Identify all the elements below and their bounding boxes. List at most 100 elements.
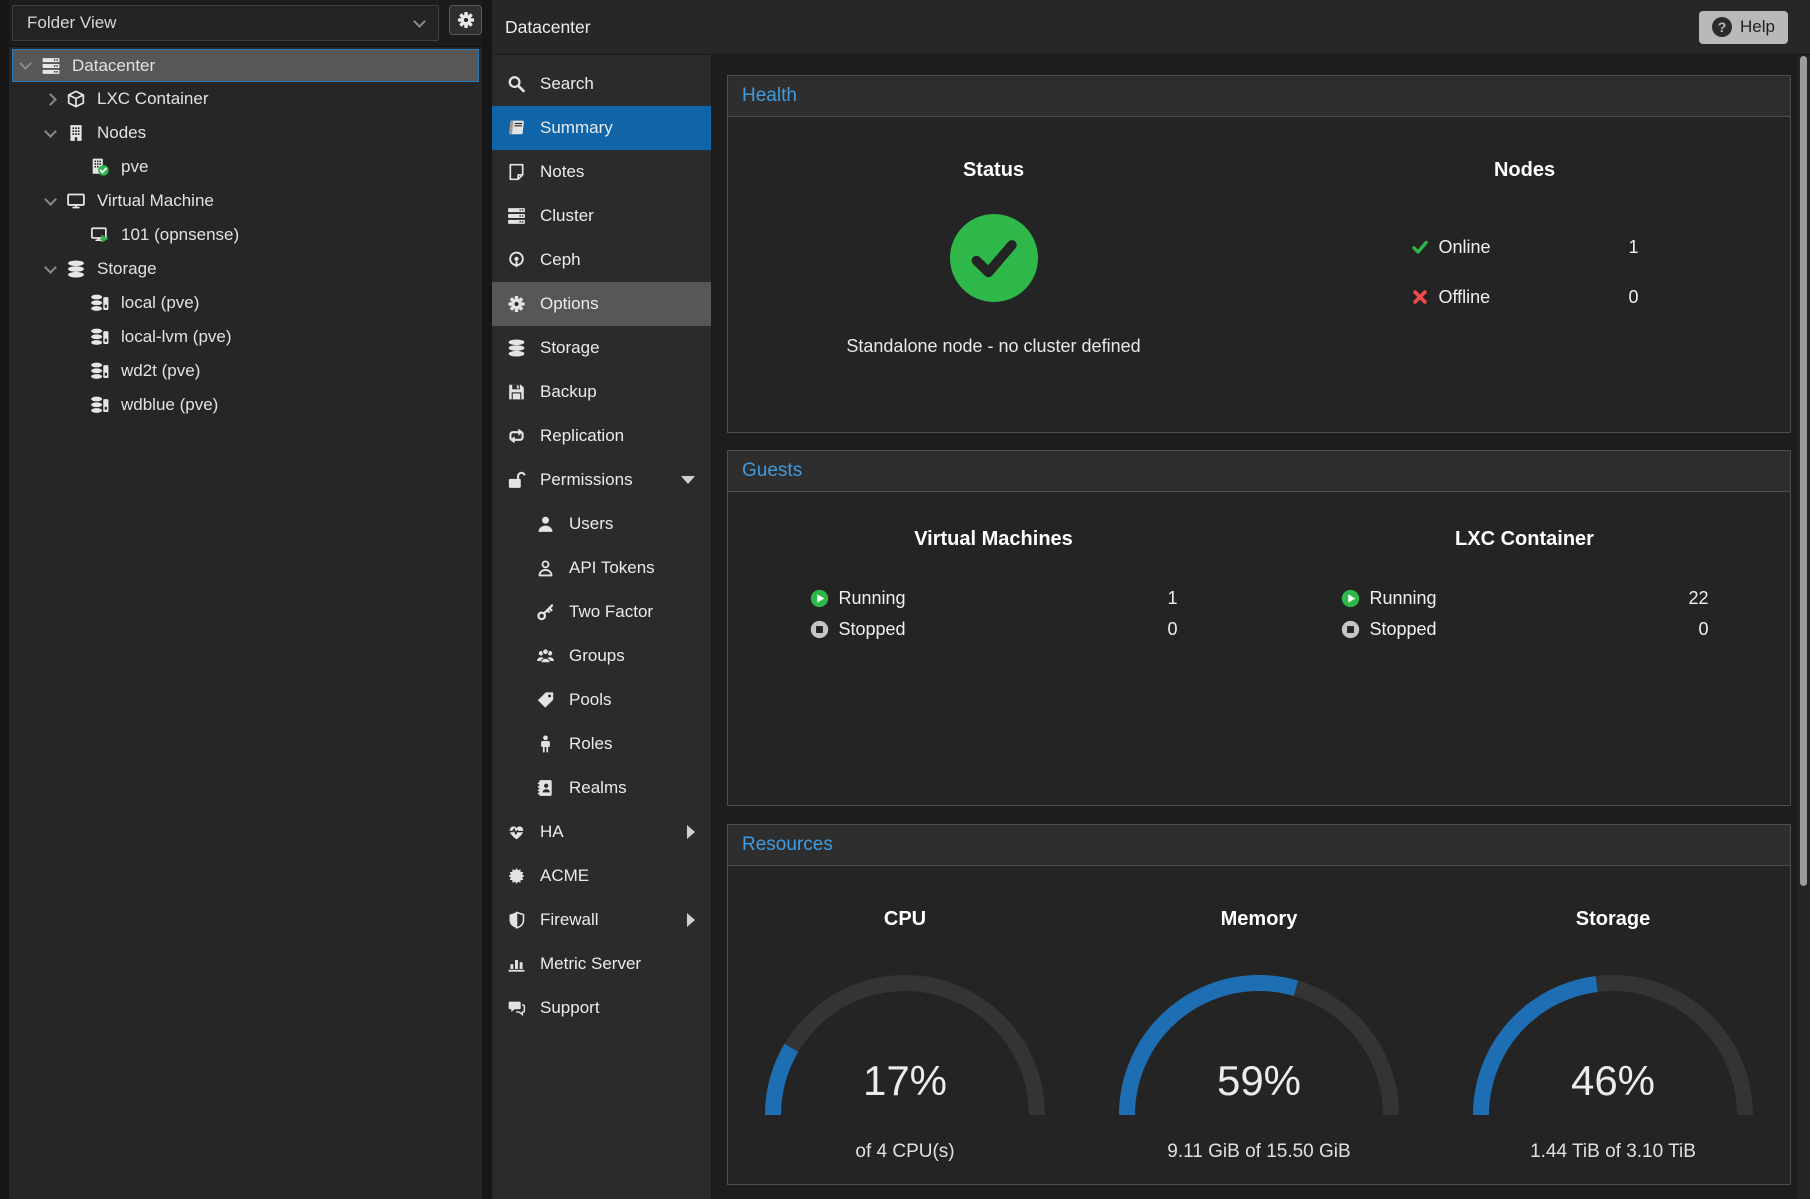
- tree-settings-button[interactable]: [449, 5, 482, 35]
- guests-panel-header: Guests: [728, 451, 1790, 492]
- nav-item-notes[interactable]: Notes: [492, 150, 711, 194]
- nav-item-label: ACME: [540, 866, 589, 886]
- nav-item-summary[interactable]: Summary: [492, 106, 711, 150]
- storage-detail: 1.44 TiB of 3.10 TiB: [1530, 1141, 1696, 1163]
- nav-item-ceph[interactable]: Ceph: [492, 238, 711, 282]
- chevron-down-icon[interactable]: [681, 476, 695, 484]
- bar-chart-icon: [506, 955, 527, 973]
- nav-item-metric-server[interactable]: Metric Server: [492, 942, 711, 986]
- search-icon: [506, 75, 527, 93]
- floppy-icon: [506, 383, 527, 401]
- health-ok-icon: [950, 214, 1038, 302]
- nav-item-two-factor[interactable]: Two Factor: [492, 590, 711, 634]
- nav-item-label: API Tokens: [569, 558, 655, 578]
- tree-item-storage-local-lvm[interactable]: local-lvm (pve): [12, 320, 479, 354]
- gear-icon: [457, 11, 475, 29]
- chevron-down-icon[interactable]: [46, 199, 64, 204]
- running-icon: [810, 589, 829, 608]
- users-icon: [535, 647, 556, 665]
- nav-item-label: Search: [540, 74, 594, 94]
- tree-item-storage-local[interactable]: local (pve): [12, 286, 479, 320]
- stopped-label: Stopped: [1370, 619, 1437, 640]
- panel-title: Guests: [742, 460, 802, 482]
- address-book-icon: [535, 779, 556, 797]
- person-icon: [535, 735, 556, 753]
- chevron-down-icon[interactable]: [21, 63, 39, 68]
- health-panel-header: Health: [728, 76, 1790, 117]
- tree-item-datacenter[interactable]: Datacenter: [12, 49, 479, 82]
- nav-item-ha[interactable]: HA: [492, 810, 711, 854]
- nav-item-label: Metric Server: [540, 954, 641, 974]
- view-mode-select[interactable]: Folder View: [12, 5, 439, 41]
- vertical-scrollbar[interactable]: [1797, 55, 1810, 1199]
- nav-item-options[interactable]: Options: [492, 282, 711, 326]
- ceph-icon: [506, 251, 527, 269]
- user-icon: [535, 515, 556, 533]
- nav-item-realms[interactable]: Realms: [492, 766, 711, 810]
- comments-icon: [506, 999, 527, 1017]
- tree-item-label: local-lvm (pve): [121, 327, 232, 347]
- nav-item-groups[interactable]: Groups: [492, 634, 711, 678]
- chevron-right-icon[interactable]: [687, 825, 695, 839]
- nav-item-roles[interactable]: Roles: [492, 722, 711, 766]
- nav-item-acme[interactable]: ACME: [492, 854, 711, 898]
- scrollbar-thumb[interactable]: [1800, 56, 1807, 886]
- running-icon: [1341, 589, 1360, 608]
- help-button[interactable]: ? Help: [1699, 11, 1788, 44]
- monitor-icon: [64, 192, 88, 210]
- chevron-right-icon[interactable]: [46, 95, 64, 104]
- nav-item-pools[interactable]: Pools: [492, 678, 711, 722]
- status-header: Status: [963, 159, 1024, 182]
- stopped-label: Stopped: [839, 619, 906, 640]
- tree-item-storage-wd2t[interactable]: wd2t (pve): [12, 354, 479, 388]
- cluster-status-text: Standalone node - no cluster defined: [846, 336, 1140, 357]
- tree-item-storage-wdblue[interactable]: wdblue (pve): [12, 388, 479, 422]
- tree-item-nodes[interactable]: Nodes: [12, 116, 479, 150]
- tree-item-pve[interactable]: pve: [12, 150, 479, 184]
- cpu-gauge: 17%: [755, 965, 1055, 1125]
- cpu-gauge-column: CPU 17% of 4 CPU(s): [728, 866, 1082, 1184]
- nodes-column: Nodes Online 1 Offline 0: [1259, 117, 1790, 432]
- replication-icon: [506, 427, 527, 445]
- resource-tree-sidebar: Folder View Datacenter LXC Container: [9, 0, 482, 1199]
- nav-item-label: Roles: [569, 734, 612, 754]
- nav-item-replication[interactable]: Replication: [492, 414, 711, 458]
- tree-item-label: wd2t (pve): [121, 361, 200, 381]
- resource-tree: Datacenter LXC Container Nodes pve Virtu: [9, 49, 482, 422]
- chevron-down-icon: [413, 15, 426, 28]
- chevron-right-icon[interactable]: [687, 913, 695, 927]
- nav-item-label: Permissions: [540, 470, 633, 490]
- nav-item-search[interactable]: Search: [492, 62, 711, 106]
- nav-item-support[interactable]: Support: [492, 986, 711, 1030]
- memory-gauge-column: Memory 59% 9.11 GiB of 15.50 GiB: [1082, 866, 1436, 1184]
- chevron-down-icon[interactable]: [46, 267, 64, 272]
- memory-percent: 59%: [1109, 1060, 1409, 1102]
- vm-running-count: 1: [1167, 588, 1177, 609]
- nav-item-backup[interactable]: Backup: [492, 370, 711, 414]
- online-count: 1: [1628, 237, 1638, 258]
- storage-percent: 46%: [1463, 1060, 1763, 1102]
- nav-item-label: Storage: [540, 338, 600, 358]
- tree-item-storage[interactable]: Storage: [12, 252, 479, 286]
- page-title: Datacenter: [505, 17, 591, 38]
- tree-item-lxc-container[interactable]: LXC Container: [12, 82, 479, 116]
- nav-item-users[interactable]: Users: [492, 502, 711, 546]
- nav-item-cluster[interactable]: Cluster: [492, 194, 711, 238]
- cpu-percent: 17%: [755, 1060, 1055, 1102]
- memory-detail: 9.11 GiB of 15.50 GiB: [1167, 1141, 1350, 1163]
- tree-item-virtual-machine[interactable]: Virtual Machine: [12, 184, 479, 218]
- storage-drive-icon: [88, 362, 112, 380]
- server-stack-icon: [39, 57, 63, 75]
- nav-item-permissions[interactable]: Permissions: [492, 458, 711, 502]
- nav-item-firewall[interactable]: Firewall: [492, 898, 711, 942]
- chevron-down-icon[interactable]: [46, 131, 64, 136]
- view-mode-value: Folder View: [27, 13, 116, 33]
- lxc-header: LXC Container: [1455, 528, 1594, 551]
- tree-item-vm-101[interactable]: 101 (opnsense): [12, 218, 479, 252]
- heartbeat-icon: [506, 823, 527, 841]
- nav-item-api-tokens[interactable]: API Tokens: [492, 546, 711, 590]
- vm-column: Virtual Machines Running 1 Stopped 0: [728, 492, 1259, 805]
- summary-content: Health Status Standalone node - no clust…: [711, 55, 1810, 1199]
- nav-item-storage[interactable]: Storage: [492, 326, 711, 370]
- vm-running-row: Running 1: [810, 583, 1178, 614]
